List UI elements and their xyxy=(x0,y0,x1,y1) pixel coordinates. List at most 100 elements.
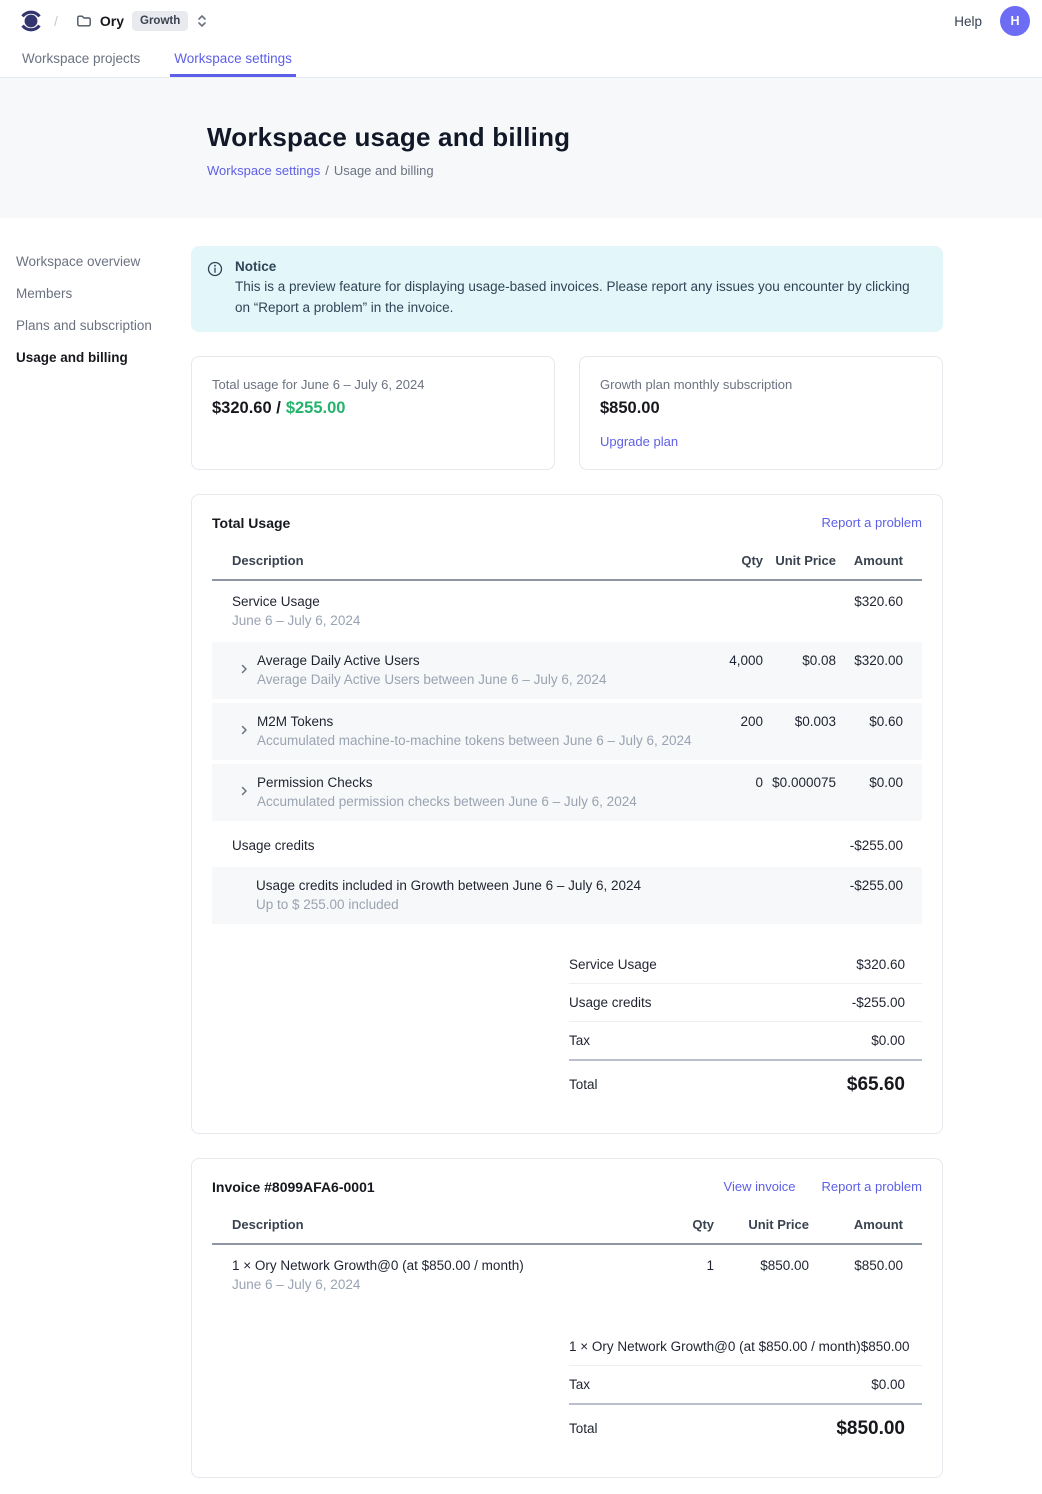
breadcrumb-workspace-settings-link[interactable]: Workspace settings xyxy=(207,163,320,178)
folder-icon xyxy=(76,13,92,29)
row-title: 1 × Ory Network Growth@0 (at $850.00 / m… xyxy=(232,1258,644,1273)
summary-row: Tax $0.00 xyxy=(569,1022,922,1061)
row-qty: 4,000 xyxy=(693,653,763,668)
sidenav-item-plans-and-subscription[interactable]: Plans and subscription xyxy=(16,314,191,337)
invoice-title: Invoice #8099AFA6-0001 xyxy=(212,1179,375,1195)
row-unit-price: $0.000075 xyxy=(763,775,836,790)
summary-row: Usage credits -$255.00 xyxy=(569,984,922,1022)
workspace-tabs: Workspace projects Workspace settings xyxy=(0,42,1042,78)
top-bar-left: / Ory Growth xyxy=(20,7,954,35)
ory-logo[interactable] xyxy=(20,9,42,33)
breadcrumb-separator: / xyxy=(325,163,329,178)
table-row: 1 × Ory Network Growth@0 (at $850.00 / m… xyxy=(212,1245,922,1306)
content-area: Workspace overview Members Plans and sub… xyxy=(0,218,1042,1494)
summary-value: $0.00 xyxy=(871,1377,905,1392)
row-amount: $320.00 xyxy=(836,653,922,668)
workspace-switcher[interactable]: Ory Growth xyxy=(70,7,214,35)
total-label: Total xyxy=(569,1421,598,1436)
invoice-summary: 1 × Ory Network Growth@0 (at $850.00 / m… xyxy=(569,1328,922,1451)
summary-label: Tax xyxy=(569,1377,590,1392)
info-icon xyxy=(207,261,223,319)
total-value: $65.60 xyxy=(847,1074,905,1096)
usage-credit-amount: $255.00 xyxy=(286,399,346,418)
breadcrumb-separator: / xyxy=(54,13,58,29)
col-unit-price: Unit Price xyxy=(763,553,836,568)
sidenav-item-workspace-overview[interactable]: Workspace overview xyxy=(16,250,191,273)
top-bar-right: Help H xyxy=(954,6,1030,36)
row-unit-price: $850.00 xyxy=(714,1258,809,1273)
summary-label: Service Usage xyxy=(569,957,657,972)
summary-row: Service Usage $320.60 xyxy=(569,946,922,984)
plan-subscription-card: Growth plan monthly subscription $850.00… xyxy=(579,356,943,470)
summary-label: Tax xyxy=(569,1033,590,1048)
row-qty: 0 xyxy=(693,775,763,790)
row-subtitle: Up to $ 255.00 included xyxy=(256,897,693,912)
expand-row-chevron-icon[interactable] xyxy=(238,777,250,809)
upgrade-plan-link[interactable]: Upgrade plan xyxy=(600,434,678,449)
summary-value: $0.00 xyxy=(871,1033,905,1048)
row-amount: -$255.00 xyxy=(836,878,922,893)
col-qty: Qty xyxy=(644,1217,714,1232)
total-usage-card-value: $320.60 / $255.00 xyxy=(212,399,534,418)
breadcrumb-current: Usage and billing xyxy=(334,163,434,178)
row-subtitle: June 6 – July 6, 2024 xyxy=(232,613,693,628)
tab-workspace-settings[interactable]: Workspace settings xyxy=(170,42,296,77)
settings-sidenav: Workspace overview Members Plans and sub… xyxy=(0,218,191,378)
row-title: M2M Tokens xyxy=(257,714,692,729)
sidenav-item-members[interactable]: Members xyxy=(16,282,191,305)
summary-row: 1 × Ory Network Growth@0 (at $850.00 / m… xyxy=(569,1328,922,1366)
invoice-table-header: Description Qty Unit Price Amount xyxy=(212,1217,922,1245)
help-link[interactable]: Help xyxy=(954,14,982,29)
usage-table-header: Description Qty Unit Price Amount xyxy=(212,553,922,581)
breadcrumb: Workspace settings / Usage and billing xyxy=(207,163,1042,178)
expand-row-chevron-icon[interactable] xyxy=(238,655,250,687)
row-title: Usage credits included in Growth between… xyxy=(256,878,693,893)
table-row: Average Daily Active Users Average Daily… xyxy=(212,642,922,699)
row-unit-price: $0.003 xyxy=(763,714,836,729)
total-usage-invoice-card: Total Usage Report a problem Description… xyxy=(191,494,943,1134)
ory-logo-icon xyxy=(20,9,42,33)
plan-card-label: Growth plan monthly subscription xyxy=(600,377,922,392)
summary-value: $320.60 xyxy=(856,957,905,972)
row-amount: $850.00 xyxy=(809,1258,922,1273)
usage-amount: $320.60 / xyxy=(212,399,281,418)
row-unit-price: $0.08 xyxy=(763,653,836,668)
table-row: Service Usage June 6 – July 6, 2024 $320… xyxy=(212,581,922,642)
usage-card-title: Total Usage xyxy=(212,515,290,531)
page-title: Workspace usage and billing xyxy=(207,122,1042,153)
summary-row: Tax $0.00 xyxy=(569,1366,922,1405)
usage-table: Description Qty Unit Price Amount Servic… xyxy=(212,553,922,924)
summary-label: Usage credits xyxy=(569,995,652,1010)
row-subtitle: Accumulated permission checks between Ju… xyxy=(257,794,637,809)
row-subtitle: June 6 – July 6, 2024 xyxy=(232,1277,644,1292)
notice-title: Notice xyxy=(235,259,927,274)
row-qty: 200 xyxy=(693,714,763,729)
report-problem-link[interactable]: Report a problem xyxy=(822,515,922,530)
user-avatar[interactable]: H xyxy=(1000,6,1030,36)
notice-banner: Notice This is a preview feature for dis… xyxy=(191,246,943,332)
table-row: M2M Tokens Accumulated machine-to-machin… xyxy=(212,703,922,760)
row-amount: $0.00 xyxy=(836,775,922,790)
sidenav-item-usage-and-billing[interactable]: Usage and billing xyxy=(16,346,191,369)
invoice-table: Description Qty Unit Price Amount 1 × Or… xyxy=(212,1217,922,1306)
view-invoice-link[interactable]: View invoice xyxy=(724,1179,796,1194)
summary-label: 1 × Ory Network Growth@0 (at $850.00 / m… xyxy=(569,1339,861,1354)
report-problem-link[interactable]: Report a problem xyxy=(822,1179,922,1194)
row-amount: $0.60 xyxy=(836,714,922,729)
usage-summary: Service Usage $320.60 Usage credits -$25… xyxy=(569,946,922,1107)
row-title: Service Usage xyxy=(232,594,693,609)
row-subtitle: Accumulated machine-to-machine tokens be… xyxy=(257,733,692,748)
expand-row-chevron-icon[interactable] xyxy=(238,716,250,748)
row-qty: 1 xyxy=(644,1258,714,1273)
tab-workspace-projects[interactable]: Workspace projects xyxy=(18,42,144,77)
row-amount: $320.60 xyxy=(836,594,922,609)
row-title: Permission Checks xyxy=(257,775,637,790)
notice-content: Notice This is a preview feature for dis… xyxy=(235,259,927,319)
summary-cards-row: Total usage for June 6 – July 6, 2024 $3… xyxy=(191,356,943,470)
total-usage-card-label: Total usage for June 6 – July 6, 2024 xyxy=(212,377,534,392)
plan-badge: Growth xyxy=(132,11,188,31)
table-row: Usage credits -$255.00 xyxy=(212,825,922,867)
col-description: Description xyxy=(212,1217,644,1232)
table-row: Usage credits included in Growth between… xyxy=(212,867,922,924)
col-description: Description xyxy=(212,553,693,568)
